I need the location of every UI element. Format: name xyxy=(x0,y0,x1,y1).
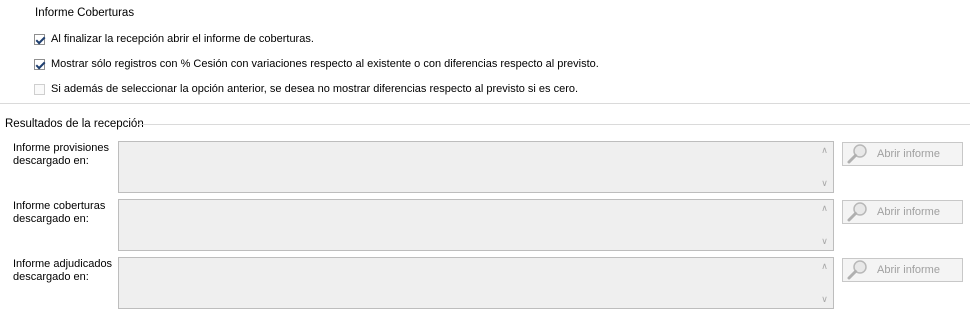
adjudicados-label: Informe adjudicados descargado en: xyxy=(13,258,113,283)
magnifier-icon xyxy=(845,143,871,165)
checkbox-abrir-informe[interactable] xyxy=(34,33,45,45)
abrir-informe-provisiones-button[interactable]: Abrir informe xyxy=(842,142,963,166)
abrir-informe-label: Abrir informe xyxy=(877,206,940,218)
chevron-down-icon[interactable]: ∨ xyxy=(820,179,829,188)
option-mostrar-solo-label: Mostrar sólo registros con % Cesión con … xyxy=(51,58,599,70)
chevron-up-icon[interactable]: ∧ xyxy=(820,146,829,155)
coberturas-path-field[interactable]: ∧ ∨ xyxy=(118,199,834,251)
abrir-informe-coberturas-button[interactable]: Abrir informe xyxy=(842,200,963,224)
provisiones-label: Informe provisiones descargado en: xyxy=(13,142,109,167)
option-no-mostrar-diferencias[interactable]: Si además de seleccionar la opción anter… xyxy=(34,81,578,97)
option-no-mostrar-diferencias-label: Si además de seleccionar la opción anter… xyxy=(51,83,579,95)
group-box-line xyxy=(138,124,970,125)
chevron-down-icon[interactable]: ∨ xyxy=(820,237,829,246)
magnifier-icon xyxy=(845,259,871,281)
checkbox-no-mostrar-diferencias[interactable] xyxy=(34,83,45,95)
option-mostrar-solo[interactable]: Mostrar sólo registros con % Cesión con … xyxy=(34,56,599,72)
chevron-down-icon[interactable]: ∨ xyxy=(820,295,829,304)
option-abrir-informe[interactable]: Al finalizar la recepción abrir el infor… xyxy=(34,31,314,47)
chevron-up-icon[interactable]: ∧ xyxy=(820,204,829,213)
chevron-up-icon[interactable]: ∧ xyxy=(820,262,829,271)
abrir-informe-label: Abrir informe xyxy=(877,264,940,276)
resultados-title: Resultados de la recepción xyxy=(5,118,144,130)
provisiones-path-field[interactable]: ∧ ∨ xyxy=(118,141,834,193)
adjudicados-scrollbar[interactable]: ∧ ∨ xyxy=(816,258,833,308)
coberturas-label: Informe coberturas descargado en: xyxy=(13,200,106,225)
adjudicados-path-field[interactable]: ∧ ∨ xyxy=(118,257,834,309)
magnifier-icon xyxy=(845,201,871,223)
coberturas-scrollbar[interactable]: ∧ ∨ xyxy=(816,200,833,250)
informe-coberturas-title: Informe Coberturas xyxy=(35,7,135,19)
abrir-informe-adjudicados-button[interactable]: Abrir informe xyxy=(842,258,963,282)
section-divider xyxy=(0,103,970,104)
option-abrir-informe-label: Al finalizar la recepción abrir el infor… xyxy=(51,33,314,45)
provisiones-scrollbar[interactable]: ∧ ∨ xyxy=(816,142,833,192)
abrir-informe-label: Abrir informe xyxy=(877,148,940,160)
checkbox-mostrar-solo[interactable] xyxy=(34,58,45,70)
